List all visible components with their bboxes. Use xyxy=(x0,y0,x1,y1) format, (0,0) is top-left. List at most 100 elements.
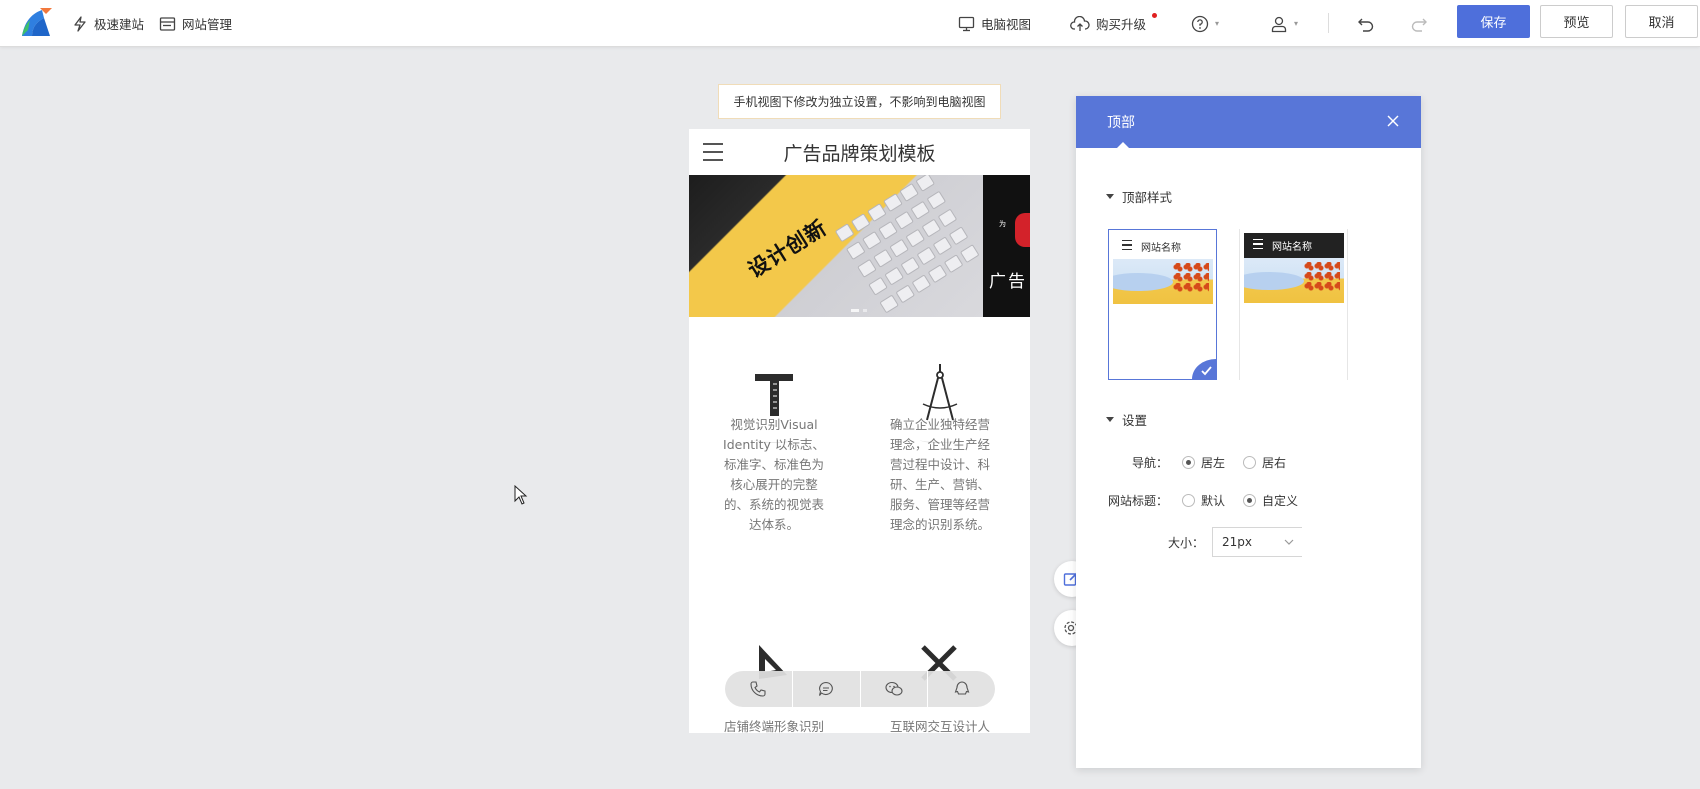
buy-upgrade-label: 购买升级 xyxy=(1096,17,1147,32)
phone-icon xyxy=(750,681,766,697)
card-banner-thumbnail xyxy=(1113,259,1213,304)
preview-button[interactable]: 预览 xyxy=(1540,5,1613,38)
nav-left-label: 居左 xyxy=(1201,456,1226,470)
cloud-upload-icon xyxy=(1070,15,1090,31)
size-label: 大小： xyxy=(1168,536,1205,550)
mobile-header[interactable]: 广告品牌策划模板 xyxy=(689,129,1030,175)
nav-label: 导航： xyxy=(1132,456,1169,470)
contact-wechat-button[interactable] xyxy=(861,671,929,707)
site-title-custom-label: 自定义 xyxy=(1262,494,1299,508)
top-toolbar: 极速建站 网站管理 电脑视图 购买升级 ▾ ▾ 保存 预览 取消 xyxy=(0,0,1700,47)
font-size-value: 21px xyxy=(1222,535,1252,549)
wechat-icon xyxy=(885,681,903,696)
nav-right-radio[interactable]: 居右 xyxy=(1243,454,1286,471)
panel-title: 顶部 xyxy=(1107,115,1135,131)
keyboard-graphic xyxy=(832,175,1006,317)
banner-next-slide: 为 广告 xyxy=(983,175,1030,317)
contact-bar xyxy=(725,671,995,707)
close-icon[interactable] xyxy=(1385,113,1401,129)
header-style-title: 顶部样式 xyxy=(1122,190,1173,205)
card-site-name: 网站名称 xyxy=(1141,243,1181,254)
nav-left-radio[interactable]: 居左 xyxy=(1182,454,1225,471)
card-header-light: 网站名称 xyxy=(1113,234,1213,259)
feature-text-3: 店铺终端形象识别 xyxy=(723,719,824,733)
site-title-default-radio[interactable]: 默认 xyxy=(1182,492,1225,509)
size-row: 大小： xyxy=(1168,534,1204,551)
radio-checked-icon xyxy=(1243,494,1257,507)
tab-pointer xyxy=(1117,142,1129,148)
user-menu[interactable]: ▾ xyxy=(1270,0,1298,47)
quick-build-label: 极速建站 xyxy=(94,17,145,32)
site-manage-button[interactable]: 网站管理 xyxy=(159,0,232,47)
save-button[interactable]: 保存 xyxy=(1457,5,1530,38)
redo-icon xyxy=(1411,18,1427,32)
radio-unchecked-icon xyxy=(1182,494,1195,507)
card-banner-thumbnail xyxy=(1244,258,1344,303)
panel-header: 顶部 xyxy=(1076,96,1421,148)
settings-title: 设置 xyxy=(1122,413,1148,428)
site-title-default-label: 默认 xyxy=(1201,494,1226,508)
site-title-label: 网站标题： xyxy=(1108,494,1169,508)
user-icon xyxy=(1271,16,1287,32)
notification-dot xyxy=(1152,13,1157,18)
mobile-preview[interactable]: 广告品牌策划模板 设计创新 为 广告 视觉识别Visual Identity 以… xyxy=(689,129,1030,733)
pc-view-label: 电脑视图 xyxy=(981,17,1032,32)
redo-button[interactable] xyxy=(1410,0,1428,47)
font-size-select[interactable]: 21px xyxy=(1212,527,1302,557)
pc-view-button[interactable]: 电脑视图 xyxy=(958,0,1031,47)
settings-section[interactable]: 设置 xyxy=(1106,410,1147,429)
lightning-icon xyxy=(74,15,86,32)
help-icon xyxy=(1191,15,1209,32)
header-style-option-dark[interactable]: 网站名称 xyxy=(1239,229,1348,380)
qq-icon xyxy=(954,681,969,695)
undo-icon xyxy=(1358,18,1374,32)
carousel-dots[interactable] xyxy=(851,309,867,312)
banner-small-mark: 为 xyxy=(999,220,1006,228)
mouse-cursor-icon xyxy=(514,485,528,505)
contact-qq-button[interactable] xyxy=(928,671,995,707)
site-manage-label: 网站管理 xyxy=(182,17,233,32)
collapse-triangle-icon xyxy=(1106,194,1114,199)
site-title-row: 网站标题： 默认 自定义 xyxy=(1108,492,1298,509)
collapse-triangle-icon xyxy=(1106,417,1114,422)
site-window-icon xyxy=(159,16,176,31)
card-header-dark: 网站名称 xyxy=(1244,233,1344,258)
nav-row: 导航： 居左 居右 xyxy=(1132,454,1286,471)
radio-unchecked-icon xyxy=(1243,456,1257,469)
monitor-icon xyxy=(958,16,975,31)
card-site-name: 网站名称 xyxy=(1272,242,1312,253)
nav-right-label: 居右 xyxy=(1262,456,1287,470)
check-icon xyxy=(1192,359,1216,379)
header-style-section[interactable]: 顶部样式 xyxy=(1106,187,1172,206)
site-title-custom-radio[interactable]: 自定义 xyxy=(1243,492,1298,509)
feature-text-4: 互联网交互设计人 xyxy=(889,719,990,733)
undo-button[interactable] xyxy=(1357,0,1375,47)
red-shape xyxy=(1015,213,1030,247)
cancel-button[interactable]: 取消 xyxy=(1625,5,1698,38)
menu-icon xyxy=(1122,239,1132,254)
feature-text-1: 视觉识别Visual Identity 以标志、标准字、标准色为核心展开的完整的… xyxy=(723,417,825,532)
chevron-down-icon: ▾ xyxy=(1215,19,1220,28)
quick-build-button[interactable]: 极速建站 xyxy=(72,0,144,47)
message-icon xyxy=(819,681,833,696)
banner-slogan: 设计创新 xyxy=(743,215,832,283)
header-style-option-light[interactable]: 网站名称 xyxy=(1108,229,1217,380)
chevron-down-icon xyxy=(1284,539,1294,545)
banner-image: 设计创新 xyxy=(689,175,983,317)
chevron-down-icon: ▾ xyxy=(1294,19,1299,28)
contact-message-button[interactable] xyxy=(793,671,861,707)
banner-right-text: 广告 xyxy=(989,272,1027,292)
radio-checked-icon xyxy=(1182,456,1195,469)
site-title[interactable]: 广告品牌策划模板 xyxy=(783,139,935,166)
mobile-view-notice: 手机视图下修改为独立设置，不影响到电脑视图 xyxy=(718,84,1001,119)
app-logo[interactable] xyxy=(20,6,54,38)
header-settings-panel: 顶部 顶部样式 网站名称 网站名称 设置 导航： 居左 居右 网站标题： 默认 … xyxy=(1076,96,1421,768)
help-menu[interactable]: ▾ xyxy=(1191,0,1219,47)
banner-carousel[interactable]: 设计创新 为 广告 xyxy=(689,175,1030,317)
buy-upgrade-button[interactable]: 购买升级 xyxy=(1070,0,1146,47)
feature-text-2: 确立企业独特经营理念，企业生产经营过程中设计、科研、生产、营销、服务、管理等经营… xyxy=(889,417,990,532)
menu-icon[interactable] xyxy=(703,143,723,161)
menu-icon xyxy=(1253,238,1263,253)
toolbar-divider xyxy=(1328,13,1329,33)
contact-phone-button[interactable] xyxy=(725,671,793,707)
